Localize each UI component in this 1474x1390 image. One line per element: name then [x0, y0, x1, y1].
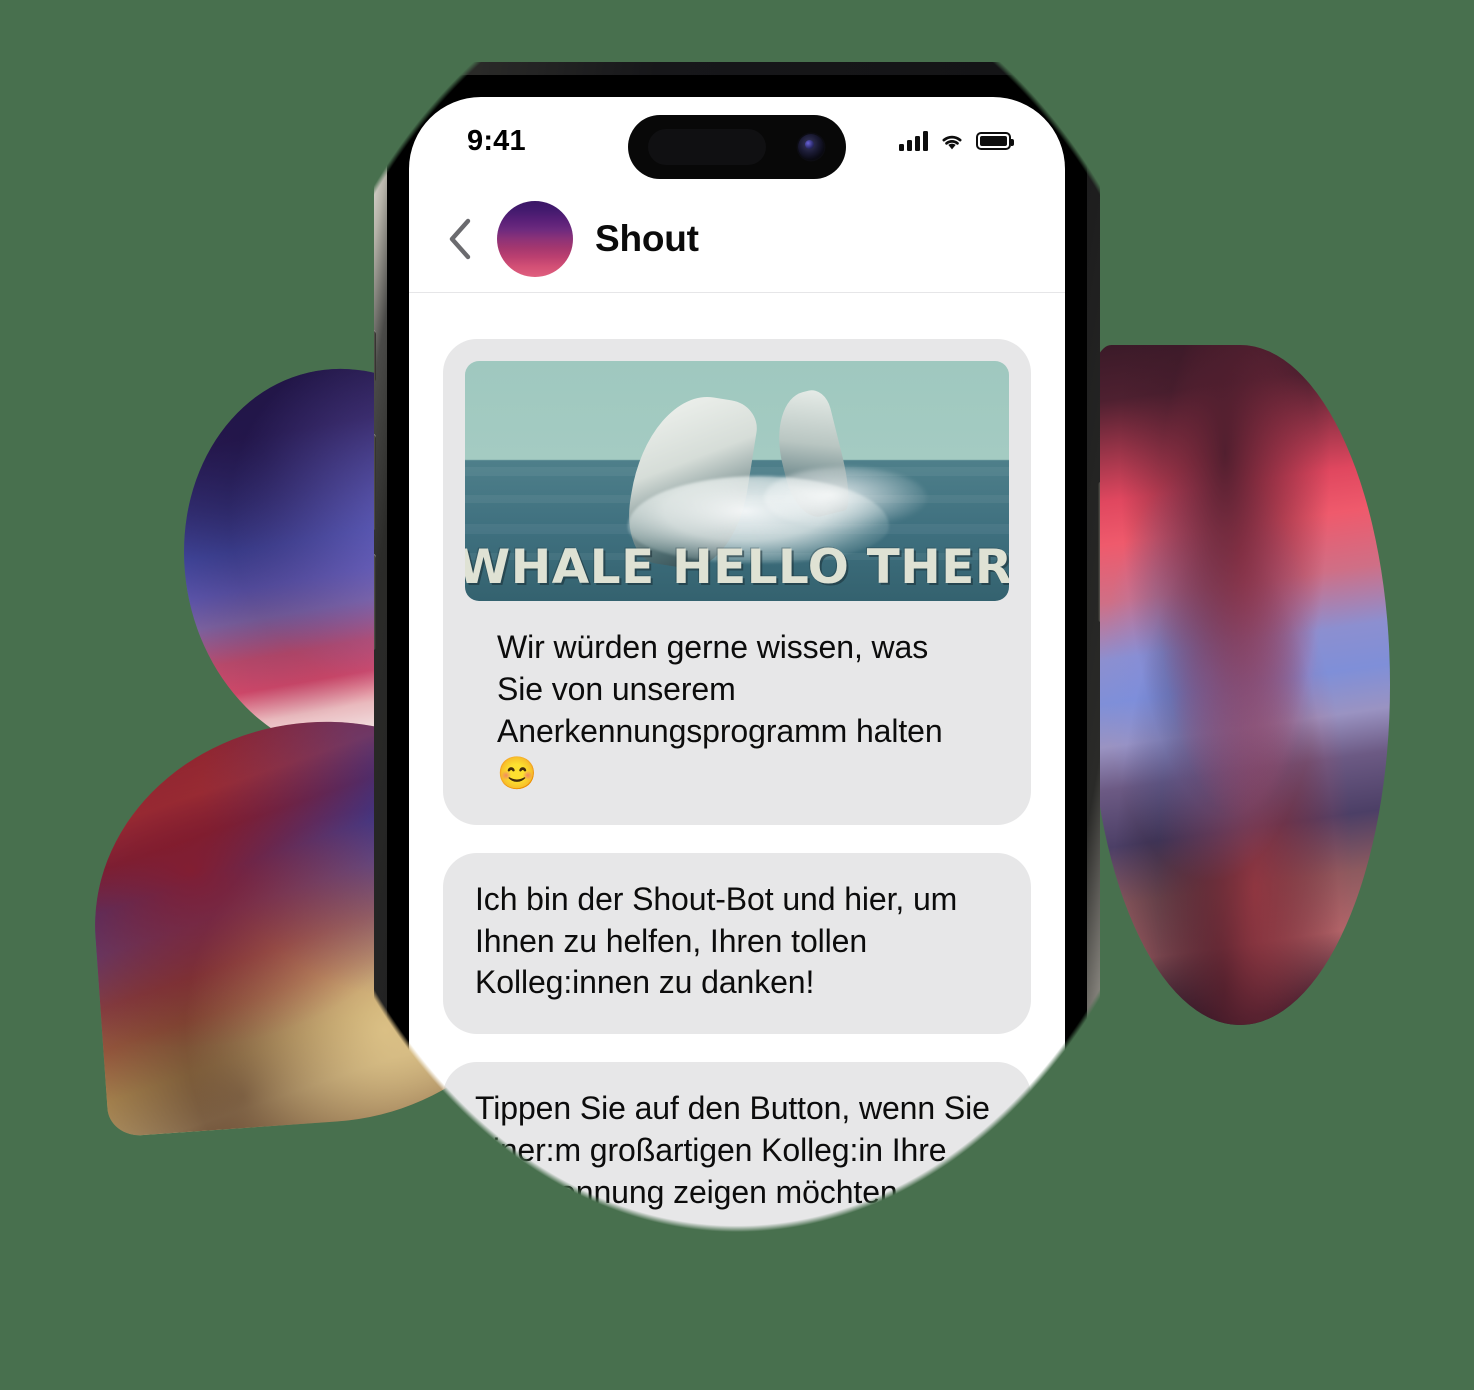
- background-blob-right: [1090, 345, 1390, 1025]
- status-bar: 9:41: [409, 97, 1065, 185]
- gif-caption: WHALE HELLO THERE: [465, 540, 1009, 595]
- wifi-icon: [942, 135, 962, 150]
- stage: 9:41 Shout WHALE HELLO THERE Wir würden …: [0, 0, 1474, 1390]
- dynamic-island: [628, 115, 846, 179]
- whale-gif[interactable]: WHALE HELLO THERE: [465, 361, 1009, 601]
- status-indicators: [899, 131, 1014, 151]
- message-text: Wir würden gerne wissen, was Sie von uns…: [497, 629, 943, 791]
- message-bubble: Tippen Sie auf den Button, wenn Sie eine…: [443, 1062, 1031, 1245]
- message-text: Tippen Sie auf den Button, wenn Sie eine…: [475, 1090, 990, 1211]
- message-bubble-gif: WHALE HELLO THERE Wir würden gerne wisse…: [443, 339, 1031, 825]
- phone-screen: 9:41 Shout WHALE HELLO THERE Wir würden …: [409, 97, 1065, 1252]
- phone-mockup: 9:41 Shout WHALE HELLO THERE Wir würden …: [370, 62, 1104, 1287]
- chat-header: Shout: [409, 185, 1065, 293]
- island-pill: [648, 129, 766, 165]
- status-time: 9:41: [467, 124, 526, 157]
- cellular-bars-icon: [899, 131, 928, 151]
- avatar[interactable]: [497, 200, 573, 277]
- chevron-left-icon[interactable]: [445, 217, 475, 261]
- message-bubble: Ich bin der Shout-Bot und hier, um Ihnen…: [443, 852, 1031, 1035]
- page-title: Shout: [595, 217, 699, 259]
- front-camera-icon: [798, 134, 824, 160]
- battery-full-icon: [976, 132, 1014, 150]
- phone-frame: 9:41 Shout WHALE HELLO THERE Wir würden …: [370, 62, 1104, 1287]
- message-text: Ich bin der Shout-Bot und hier, um Ihnen…: [475, 880, 958, 1001]
- conversation-list: WHALE HELLO THERE Wir würden gerne wisse…: [409, 293, 1065, 1252]
- phone-bezel: 9:41 Shout WHALE HELLO THERE Wir würden …: [387, 75, 1087, 1274]
